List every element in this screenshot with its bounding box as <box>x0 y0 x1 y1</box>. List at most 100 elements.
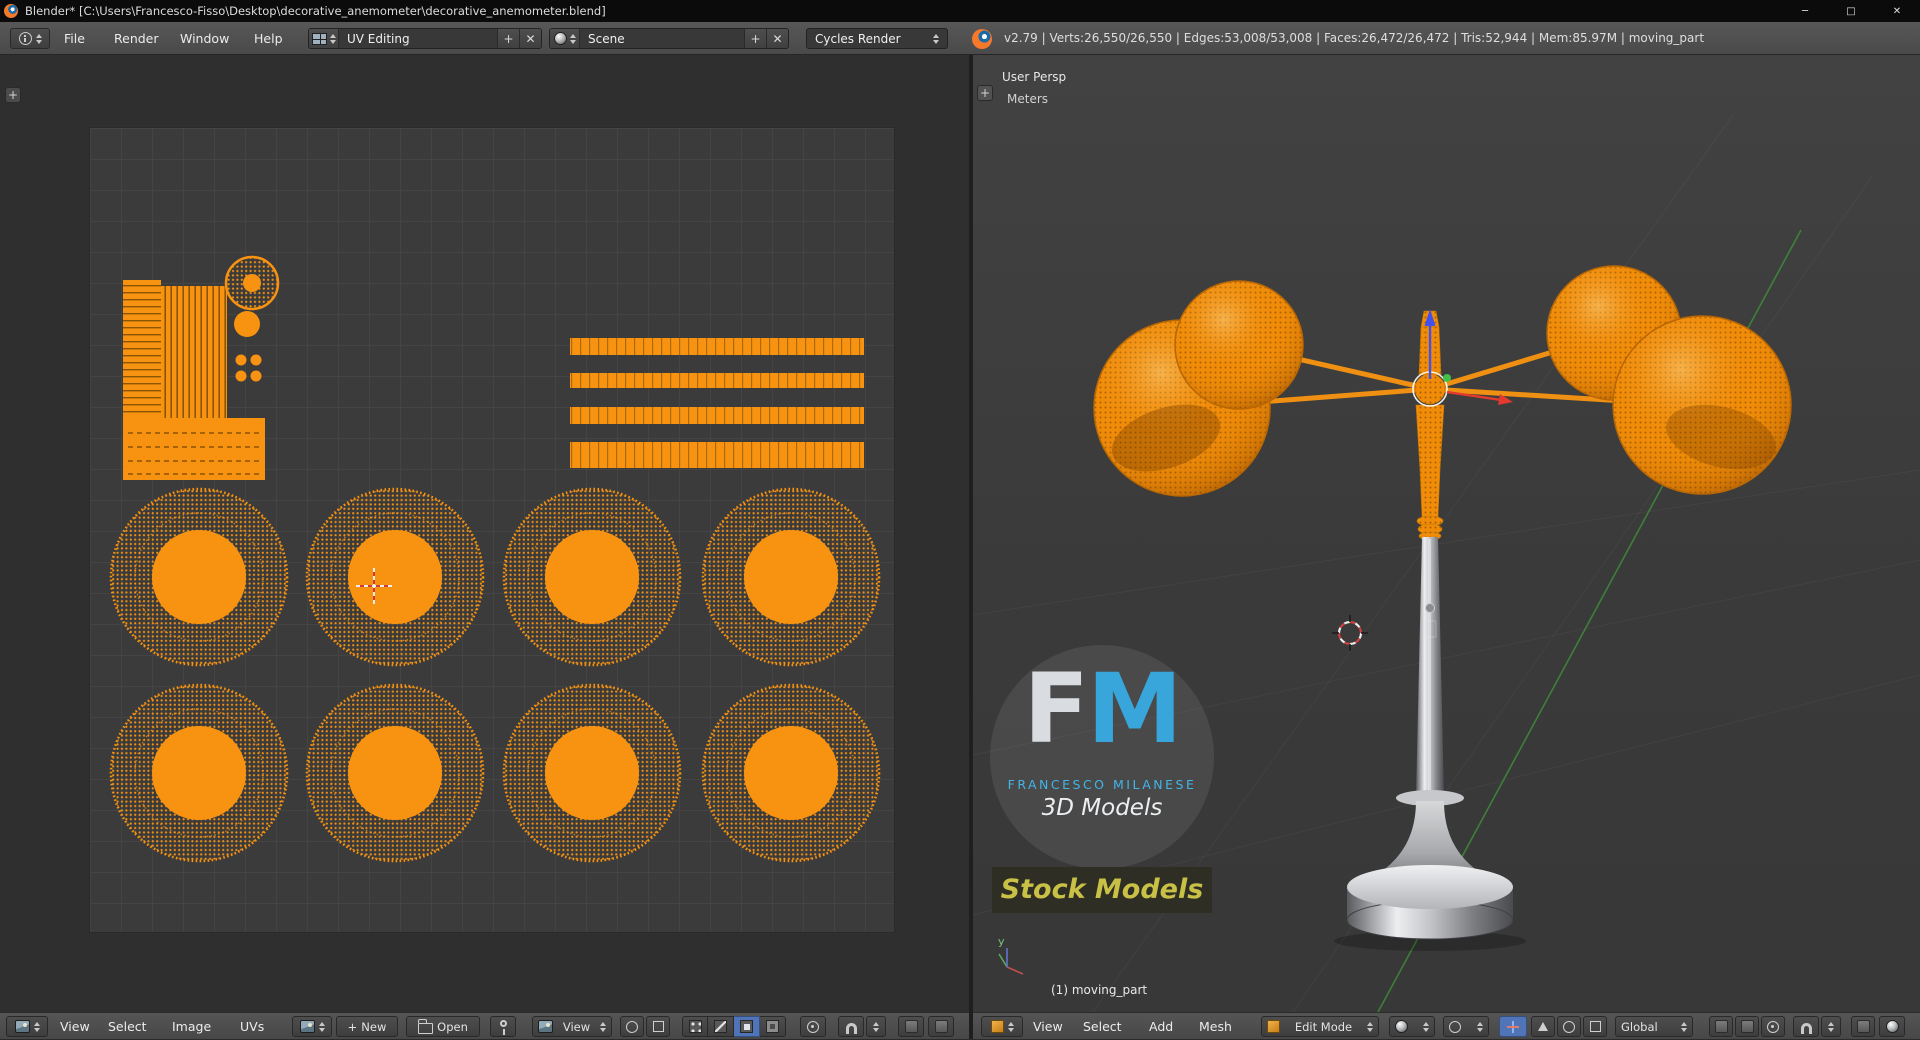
normalized-coords-toggle[interactable] <box>620 1016 644 1037</box>
cursor-3d <box>1332 615 1368 651</box>
delete-layout-button[interactable]: ✕ <box>519 29 541 48</box>
uv-menu-uvs[interactable]: UVs <box>236 1013 268 1040</box>
mode-selector[interactable]: Edit Mode <box>1261 1016 1379 1037</box>
v3d-menu-view[interactable]: View <box>1029 1013 1067 1040</box>
viewport-shading-dropdown[interactable] <box>1389 1016 1435 1037</box>
menu-render[interactable]: Render <box>110 28 163 49</box>
vertex-select-icon <box>688 1020 702 1033</box>
add-layout-button[interactable]: + <box>497 29 519 48</box>
uv-select-mode-group <box>682 1016 786 1037</box>
uv-vertex-select-button[interactable] <box>682 1016 708 1037</box>
uv-canvas[interactable] <box>89 127 895 933</box>
edge-select-icon <box>714 1020 727 1033</box>
image-icon <box>299 1020 315 1033</box>
maximize-button[interactable]: □ <box>1828 0 1874 22</box>
opengl-render-button[interactable] <box>1879 1016 1905 1037</box>
watermark-tagline: 3D Models <box>1041 795 1163 821</box>
uv-menu-image[interactable]: Image <box>168 1013 215 1040</box>
uv-sculpt-button[interactable] <box>898 1016 924 1037</box>
menu-help[interactable]: Help <box>250 28 287 49</box>
magnet-icon <box>845 1023 857 1034</box>
open-image-button[interactable]: Open <box>406 1016 480 1037</box>
stand-emblem <box>1425 603 1435 613</box>
new-image-button[interactable]: + New <box>336 1016 398 1037</box>
image-datablock-browse[interactable] <box>292 1016 332 1037</box>
cup-back-left <box>1174 280 1304 410</box>
transform-orientation-dropdown[interactable]: Global <box>1615 1016 1693 1037</box>
manipulator-y-handle[interactable] <box>1443 374 1451 382</box>
uv-island-select-button[interactable] <box>760 1016 786 1037</box>
uv-island-machine <box>123 255 280 480</box>
scene-selector[interactable]: Scene + ✕ <box>549 28 789 49</box>
title-bar: Blender* [C:\Users\Francesco-Fisso\Deskt… <box>0 0 1920 22</box>
pin-button[interactable] <box>490 1016 516 1037</box>
v3d-menu-select[interactable]: Select <box>1079 1013 1126 1040</box>
close-button[interactable]: ✕ <box>1874 0 1920 22</box>
axis-icon <box>1506 1020 1520 1034</box>
uv-image-editor[interactable]: + <box>0 55 969 1012</box>
render-engine-name: Cycles Render <box>815 31 901 46</box>
occlude-geometry-button[interactable] <box>1735 1016 1759 1037</box>
scene-statistics: v2.79 | Verts:26,550/26,550 | Edges:53,0… <box>1004 31 1705 45</box>
tool-icon <box>1714 1020 1728 1033</box>
translate-manipulator-button[interactable] <box>1531 1016 1555 1037</box>
delete-scene-button[interactable]: ✕ <box>766 29 788 48</box>
minimize-button[interactable]: ─ <box>1782 0 1828 22</box>
viewport-3d[interactable]: + User Persp Meters y (1) moving_part FM… <box>973 55 1920 1012</box>
screen-layout-icon <box>311 32 327 45</box>
pixel-snap-toggle[interactable] <box>646 1016 670 1037</box>
gizmo-y-label: y <box>998 935 1005 948</box>
pivot-point-dropdown[interactable] <box>1443 1016 1489 1037</box>
folder-icon <box>418 1018 434 1034</box>
uv-menu-view[interactable]: View <box>56 1013 94 1040</box>
rotate-manipulator-button[interactable] <box>1557 1016 1581 1037</box>
display-channel-dropdown[interactable]: View <box>532 1016 612 1037</box>
window-controls: ─ □ ✕ <box>1782 0 1920 22</box>
uv-edge-select-button[interactable] <box>708 1016 734 1037</box>
proportional-edit-3d-button[interactable] <box>1761 1016 1785 1037</box>
limit-visible-button[interactable] <box>1709 1016 1733 1037</box>
v3d-menu-add[interactable]: Add <box>1145 1013 1177 1040</box>
snap-element-dropdown[interactable] <box>1821 1016 1841 1037</box>
proportional-edit-button[interactable] <box>800 1016 826 1037</box>
menu-window[interactable]: Window <box>176 28 233 49</box>
uv-menu-select[interactable]: Select <box>104 1013 151 1040</box>
screen-layout-name[interactable]: UV Editing <box>339 29 497 48</box>
tool-icon <box>904 1020 918 1033</box>
render-border-button[interactable] <box>1851 1016 1875 1037</box>
chevron-updown-icon <box>569 33 576 44</box>
region-expand-button[interactable]: + <box>977 85 993 101</box>
viewport-editor-icon <box>990 1020 1004 1033</box>
watermark-badge: Stock Models <box>992 867 1212 913</box>
active-object-label: (1) moving_part <box>1051 983 1148 997</box>
menu-file[interactable]: File <box>60 28 89 49</box>
v3d-menu-mesh[interactable]: Mesh <box>1195 1013 1236 1040</box>
chevron-updown-icon <box>35 33 42 44</box>
render-engine-selector[interactable]: Cycles Render <box>806 28 948 49</box>
snap-toggle-3d-button[interactable] <box>1793 1016 1819 1037</box>
blender-app-icon <box>4 4 18 18</box>
scale-manipulator-button[interactable] <box>1583 1016 1607 1037</box>
region-expand-button[interactable]: + <box>5 87 21 103</box>
scale-icon <box>1589 1021 1601 1032</box>
snap-toggle-button[interactable] <box>838 1016 864 1037</box>
chevron-updown-icon <box>933 33 939 44</box>
editor-type-button-3d[interactable] <box>981 1016 1023 1037</box>
editor-type-button-info[interactable] <box>10 28 50 49</box>
shading-sphere-icon <box>1395 1020 1408 1033</box>
chevron-updown-icon <box>873 1021 879 1032</box>
pin-icon <box>499 1020 507 1035</box>
scene-name[interactable]: Scene <box>580 29 744 48</box>
viewport-name-label: User Persp <box>1002 70 1067 84</box>
screen-layout-selector[interactable]: UV Editing + ✕ <box>308 28 542 49</box>
manipulator-toggle-button[interactable] <box>1499 1016 1527 1037</box>
island-select-icon <box>766 1020 779 1033</box>
add-scene-button[interactable]: + <box>744 29 766 48</box>
snap-target-dropdown[interactable] <box>866 1016 886 1037</box>
chevron-updown-icon <box>329 33 336 44</box>
editor-type-button-uv[interactable] <box>6 1016 48 1037</box>
uv-face-select-button[interactable] <box>734 1016 760 1037</box>
translate-icon <box>1538 1022 1548 1031</box>
uv-options-button[interactable] <box>928 1016 954 1037</box>
chevron-updown-icon <box>1828 1021 1834 1032</box>
